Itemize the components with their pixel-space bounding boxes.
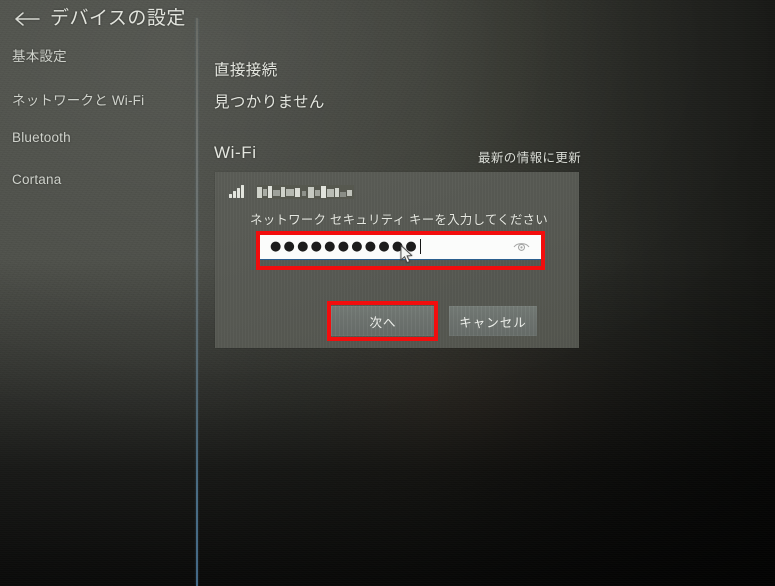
direct-connect-label: 直接接続 xyxy=(214,62,278,79)
password-masked-value: ●●●●●●●●●●● xyxy=(270,239,419,254)
wifi-signal-icon xyxy=(229,185,244,198)
eye-icon[interactable] xyxy=(513,241,530,253)
cancel-button[interactable]: キャンセル xyxy=(449,306,537,336)
device-settings-screen: デバイスの設定 基本設定 ネットワークと Wi-Fi Bluetooth Cor… xyxy=(0,0,775,586)
ssid-label-redacted xyxy=(256,185,354,199)
wifi-connect-panel: ネットワーク セキュリティ キーを入力してください ●●●●●●●●●●● 次へ xyxy=(215,172,579,348)
text-caret xyxy=(419,239,421,254)
sidebar-item-bluetooth[interactable]: Bluetooth xyxy=(6,127,77,148)
main-content: 直接接続 見つかりません Wi-Fi 最新の情報に更新 ネットワーク セキュリテ… xyxy=(198,0,775,586)
refresh-link[interactable]: 最新の情報に更新 xyxy=(478,147,581,166)
page-title: デバイスの設定 xyxy=(50,8,186,29)
next-button[interactable]: 次へ xyxy=(331,306,435,336)
security-key-prompt: ネットワーク セキュリティ キーを入力してください xyxy=(250,213,548,227)
cancel-button-label: キャンセル xyxy=(459,315,527,330)
next-button-label: 次へ xyxy=(369,315,397,330)
back-arrow-icon[interactable] xyxy=(12,5,42,33)
sidebar-item-network[interactable]: ネットワークと Wi-Fi xyxy=(6,86,150,112)
direct-connect-status: 見つかりません xyxy=(214,94,325,111)
title-bar: デバイスの設定 xyxy=(0,0,196,40)
wifi-section-title: Wi-Fi xyxy=(214,143,257,162)
sidebar-item-basic[interactable]: 基本設定 xyxy=(6,42,73,68)
sidebar-item-cortana[interactable]: Cortana xyxy=(6,169,67,190)
network-row[interactable] xyxy=(229,181,354,199)
mouse-cursor xyxy=(400,245,414,265)
